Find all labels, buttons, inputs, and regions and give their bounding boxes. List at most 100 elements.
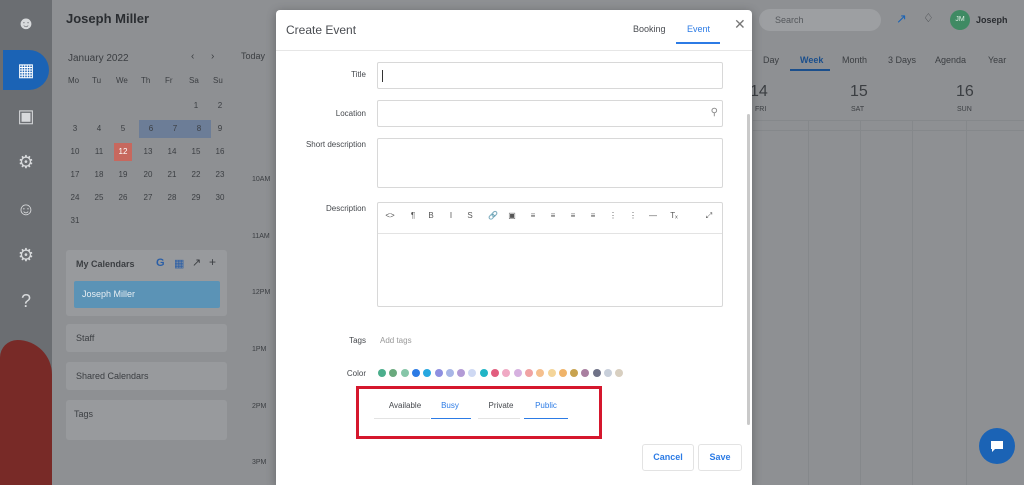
calendar-day[interactable]: 7	[163, 120, 187, 138]
calendar-day[interactable]: 14	[163, 143, 181, 161]
location-input[interactable]: ⚲	[377, 100, 723, 127]
tags-input[interactable]: Add tags	[380, 336, 412, 345]
avatar[interactable]: JM	[950, 10, 970, 30]
color-swatch[interactable]	[479, 369, 488, 377]
calendar-day[interactable]: 28	[163, 189, 181, 207]
calendar-day[interactable]: 17	[66, 166, 84, 184]
help-icon[interactable]: ?	[13, 288, 39, 314]
people-icon[interactable]: ☺	[13, 196, 39, 222]
color-swatch[interactable]	[423, 369, 432, 377]
day-number[interactable]: 14	[750, 83, 768, 101]
calendar-day[interactable]: 8	[187, 120, 211, 138]
color-swatch[interactable]	[547, 369, 556, 377]
calendar-day[interactable]: 24	[66, 189, 84, 207]
view-3-days[interactable]: 3 Days	[888, 55, 916, 65]
italic-icon[interactable]: I	[444, 211, 458, 220]
align-right-icon[interactable]: ≡	[566, 211, 580, 220]
next-month-icon[interactable]: ›	[211, 51, 214, 62]
color-swatch[interactable]	[389, 369, 398, 377]
calendar-day[interactable]: 27	[139, 189, 157, 207]
tab-booking[interactable]: Booking	[633, 24, 666, 34]
color-swatch[interactable]	[524, 369, 533, 377]
color-swatch[interactable]	[536, 369, 545, 377]
calendar-day[interactable]: 6	[139, 120, 163, 138]
calendar-day[interactable]: 22	[187, 166, 205, 184]
color-swatch[interactable]	[513, 369, 522, 377]
my-calendars-label[interactable]: My Calendars	[76, 259, 135, 269]
color-swatch[interactable]	[457, 369, 466, 377]
code-icon[interactable]: <>	[383, 211, 397, 220]
calendar-day[interactable]: 12	[114, 143, 132, 161]
search-input[interactable]: Search	[759, 9, 881, 31]
user-first-name[interactable]: Joseph	[976, 15, 1008, 25]
color-swatch[interactable]	[468, 369, 477, 377]
color-swatch[interactable]	[615, 369, 624, 377]
calendar-item-joseph[interactable]: Joseph Miller	[74, 281, 220, 308]
bell-icon[interactable]: ♢	[923, 11, 934, 25]
link-icon[interactable]: 🔗	[486, 211, 500, 220]
status-public[interactable]: Public	[524, 401, 568, 410]
calendar-day[interactable]: 20	[139, 166, 157, 184]
color-swatch[interactable]	[502, 369, 511, 377]
calendar-day[interactable]: 31	[66, 212, 84, 230]
title-input[interactable]	[377, 62, 723, 89]
align-left-icon[interactable]: ≡	[526, 211, 540, 220]
external-link-icon[interactable]: ↗	[192, 256, 201, 269]
calendar-day[interactable]: 25	[90, 189, 108, 207]
google-icon[interactable]: G	[156, 257, 165, 269]
image-icon[interactable]: ▣	[505, 211, 519, 220]
strikethrough-icon[interactable]: S	[463, 211, 477, 220]
calendar-day[interactable]: 29	[187, 189, 205, 207]
color-swatch[interactable]	[445, 369, 454, 377]
bullet-list-icon[interactable]: ⋮	[626, 211, 640, 220]
calendar-day[interactable]: 11	[90, 143, 108, 161]
align-center-icon[interactable]: ≡	[546, 211, 560, 220]
status-available[interactable]: Available	[380, 401, 430, 410]
color-swatch[interactable]	[491, 369, 499, 377]
windows-icon[interactable]: ▦	[174, 257, 184, 270]
view-week[interactable]: Week	[800, 55, 823, 65]
network-icon[interactable]: ⚙	[13, 149, 39, 175]
status-busy[interactable]: Busy	[430, 401, 470, 410]
color-swatch[interactable]	[604, 369, 612, 377]
calendar-icon[interactable]: ▦	[13, 57, 39, 83]
color-swatch[interactable]	[570, 369, 579, 377]
color-swatch[interactable]	[434, 369, 443, 377]
color-swatch[interactable]	[581, 369, 590, 377]
settings-icon[interactable]: ⚙	[13, 242, 39, 268]
add-calendar-icon[interactable]: +	[209, 255, 216, 269]
justify-icon[interactable]: ≡	[586, 211, 600, 220]
calendar-day[interactable]: 13	[139, 143, 157, 161]
calendar-day[interactable]: 16	[211, 143, 229, 161]
view-month[interactable]: Month	[842, 55, 867, 65]
calendar-day[interactable]: 3	[66, 120, 84, 138]
color-swatch[interactable]	[378, 369, 386, 377]
calendar-day[interactable]: 26	[114, 189, 132, 207]
color-swatch[interactable]	[411, 369, 420, 377]
share-icon[interactable]: ↗	[896, 11, 907, 27]
bold-icon[interactable]: B	[424, 211, 438, 220]
short-description-input[interactable]	[377, 138, 723, 188]
ordered-list-icon[interactable]: ⋮	[606, 211, 620, 220]
view-agenda[interactable]: Agenda	[935, 55, 966, 65]
view-year[interactable]: Year	[988, 55, 1006, 65]
calendar-day[interactable]: 9	[211, 120, 229, 138]
calendar-day[interactable]: 18	[90, 166, 108, 184]
shared-calendars-panel[interactable]: Shared Calendars	[66, 362, 227, 390]
color-swatch[interactable]	[592, 369, 601, 377]
horizontal-rule-icon[interactable]: —	[646, 211, 660, 220]
calendar-day[interactable]: 5	[114, 120, 132, 138]
color-swatch[interactable]	[558, 369, 567, 377]
user-check-icon[interactable]: ☻	[13, 10, 39, 36]
prev-month-icon[interactable]: ‹	[191, 51, 194, 62]
cancel-button[interactable]: Cancel	[642, 444, 694, 471]
fullscreen-icon[interactable]: ⤢	[702, 211, 716, 221]
calendar-day[interactable]: 19	[114, 166, 132, 184]
calendar-day[interactable]: 21	[163, 166, 181, 184]
day-number[interactable]: 16	[956, 83, 974, 101]
clear-format-icon[interactable]: Tₓ	[667, 211, 681, 220]
chat-button[interactable]	[979, 428, 1015, 464]
calendar-day[interactable]: 4	[90, 120, 108, 138]
close-icon[interactable]: ✕	[734, 16, 746, 33]
paragraph-icon[interactable]: ¶	[406, 211, 420, 220]
